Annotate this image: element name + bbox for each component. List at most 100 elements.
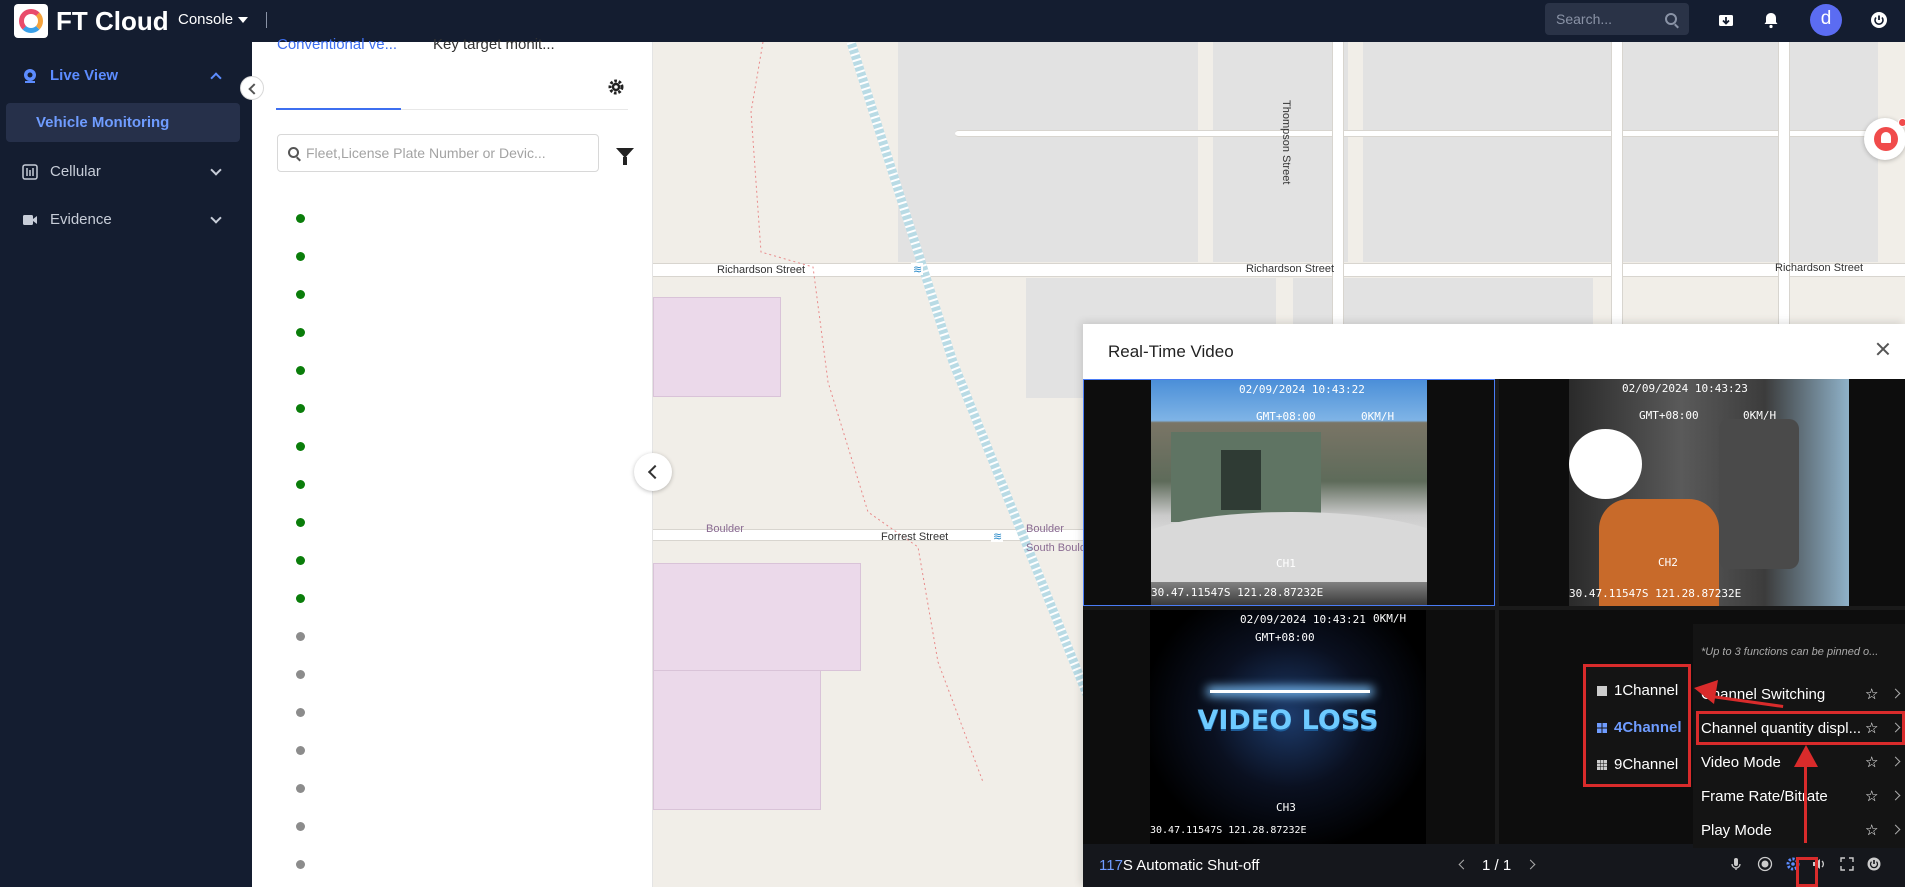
annotation-arrow [1804, 762, 1807, 843]
camera-feed [1569, 379, 1849, 606]
download-icon[interactable] [1717, 11, 1735, 29]
collapse-sidebar-button[interactable] [240, 76, 264, 100]
power-off-icon[interactable] [1866, 856, 1882, 872]
sidebar-item-evidence[interactable]: Evidence [0, 200, 252, 240]
status-dot-offline[interactable] [296, 708, 305, 717]
global-search-input[interactable]: Search... [1545, 3, 1689, 35]
menu-item-play-mode[interactable]: Play Mode ☆ [1693, 814, 1905, 848]
osd-timestamp: 02/09/2024 10:43:22 [1239, 383, 1365, 396]
option-1-channel[interactable]: 1Channel [1586, 673, 1688, 709]
chevron-up-icon [210, 72, 222, 84]
status-dot-online[interactable] [296, 518, 305, 527]
osd-timestamp: 02/09/2024 10:43:21 [1240, 613, 1366, 626]
active-tab-indicator [276, 108, 401, 110]
sidebar-item-live-view[interactable]: Live View [0, 56, 252, 96]
osd-timezone: GMT+08:00 [1256, 410, 1316, 423]
status-dot-online[interactable] [296, 252, 305, 261]
video-channel-2[interactable]: 02/09/2024 10:43:23 GMT+08:00 0KM/H CH2 … [1499, 379, 1905, 606]
osd-channel-label: CH2 [1658, 556, 1678, 569]
status-dot-offline[interactable] [296, 860, 305, 869]
vehicle-search-input[interactable] [306, 143, 586, 163]
camera-icon [24, 69, 36, 83]
street-label: Richardson Street [717, 264, 806, 276]
status-dot-offline[interactable] [296, 822, 305, 831]
menu-item-frame-rate-bitrate[interactable]: Frame Rate/Bitrate ☆ [1693, 780, 1905, 814]
bell-icon [1874, 127, 1898, 151]
star-icon[interactable]: ☆ [1865, 685, 1878, 703]
arrowhead-left [1694, 680, 1718, 704]
video-channel-3[interactable]: VIDEO LOSS 02/09/2024 10:43:21 GMT+08:00… [1083, 610, 1495, 844]
star-icon[interactable]: ☆ [1865, 787, 1878, 805]
alarm-bell-button[interactable] [1864, 118, 1905, 160]
close-icon[interactable] [1875, 341, 1891, 357]
status-dot-offline[interactable] [296, 670, 305, 679]
fullscreen-icon[interactable] [1839, 856, 1855, 872]
status-dot-offline[interactable] [296, 746, 305, 755]
nine-grid-icon [1597, 760, 1607, 770]
osd-speed: 0KM/H [1373, 612, 1407, 625]
status-dot-online[interactable] [296, 594, 305, 603]
prev-page-icon[interactable] [1458, 859, 1469, 870]
notification-badge [1898, 118, 1905, 127]
gear-icon[interactable] [607, 78, 625, 96]
vehicle-search-field[interactable] [277, 134, 599, 172]
suburb-label: Boulder [706, 523, 744, 535]
status-dot-online[interactable] [296, 366, 305, 375]
tab-key-target-monitoring[interactable]: Key target monit... [433, 36, 555, 53]
status-dot-online[interactable] [296, 290, 305, 299]
search-icon [1665, 13, 1677, 25]
avatar[interactable]: d [1810, 4, 1842, 36]
pin-note: *Up to 3 functions can be pinned o... [1701, 646, 1879, 658]
chevron-right-icon [1890, 824, 1901, 835]
power-icon[interactable] [1870, 11, 1888, 29]
street-label: Thompson Street [1280, 100, 1292, 185]
status-dot-online[interactable] [296, 214, 305, 223]
svg-text:≋: ≋ [913, 263, 922, 276]
menu-item-channel-switching[interactable]: Channel Switching ☆ [1693, 678, 1905, 712]
tab-conventional-vehicles[interactable]: Conventional ve... [277, 36, 397, 53]
collapse-panel-button[interactable] [634, 453, 672, 491]
osd-timezone: GMT+08:00 [1639, 409, 1699, 422]
filter-icon[interactable] [616, 148, 634, 165]
quad-grid-icon [1597, 723, 1607, 733]
option-label: 1Channel [1614, 682, 1679, 699]
console-dropdown[interactable]: Console [178, 11, 249, 28]
sidebar-item-label: Cellular [50, 163, 101, 180]
divider [266, 12, 267, 28]
video-camera-icon [23, 215, 37, 225]
status-dot-online[interactable] [296, 442, 305, 451]
record-icon[interactable] [1757, 856, 1773, 872]
chevron-right-icon [1890, 790, 1901, 801]
sidebar-item-cellular[interactable]: Cellular [0, 152, 252, 192]
status-dot-online[interactable] [296, 404, 305, 413]
menu-item-label: Video Mode [1701, 754, 1781, 771]
search-icon [288, 147, 299, 158]
video-channel-1[interactable]: 02/09/2024 10:43:22 GMT+08:00 0KM/H CH1 … [1083, 379, 1495, 606]
suburb-label: Boulder [1026, 523, 1064, 535]
osd-channel-label: CH3 [1276, 801, 1296, 814]
arrowhead-up [1794, 745, 1818, 767]
microphone-icon[interactable] [1728, 856, 1744, 872]
osd-timestamp: 02/09/2024 10:43:23 [1622, 382, 1748, 395]
sidebar-item-label: Evidence [50, 211, 112, 228]
highlight-box-menu-item [1696, 711, 1905, 745]
brand-name: FT Cloud [56, 6, 169, 36]
option-4-channel[interactable]: 4Channel [1586, 710, 1688, 746]
svg-text:≋: ≋ [993, 530, 1002, 543]
osd-channel-label: CH1 [1276, 557, 1296, 570]
ft-cloud-logo[interactable] [14, 4, 48, 38]
star-icon[interactable]: ☆ [1865, 753, 1878, 771]
option-9-channel[interactable]: 9Channel [1586, 747, 1688, 783]
status-dot-online[interactable] [296, 556, 305, 565]
seat [1719, 419, 1799, 569]
status-dot-online[interactable] [296, 328, 305, 337]
bell-icon[interactable] [1762, 11, 1780, 29]
status-dot-offline[interactable] [296, 632, 305, 641]
star-icon[interactable]: ☆ [1865, 821, 1878, 839]
sidebar-item-vehicle-monitoring[interactable]: Vehicle Monitoring [6, 103, 240, 142]
cellular-icon [22, 164, 38, 180]
sidebar: Live View Vehicle Monitoring Cellular Ev… [0, 42, 252, 887]
next-page-icon[interactable] [1525, 859, 1536, 870]
status-dot-offline[interactable] [296, 784, 305, 793]
status-dot-online[interactable] [296, 480, 305, 489]
